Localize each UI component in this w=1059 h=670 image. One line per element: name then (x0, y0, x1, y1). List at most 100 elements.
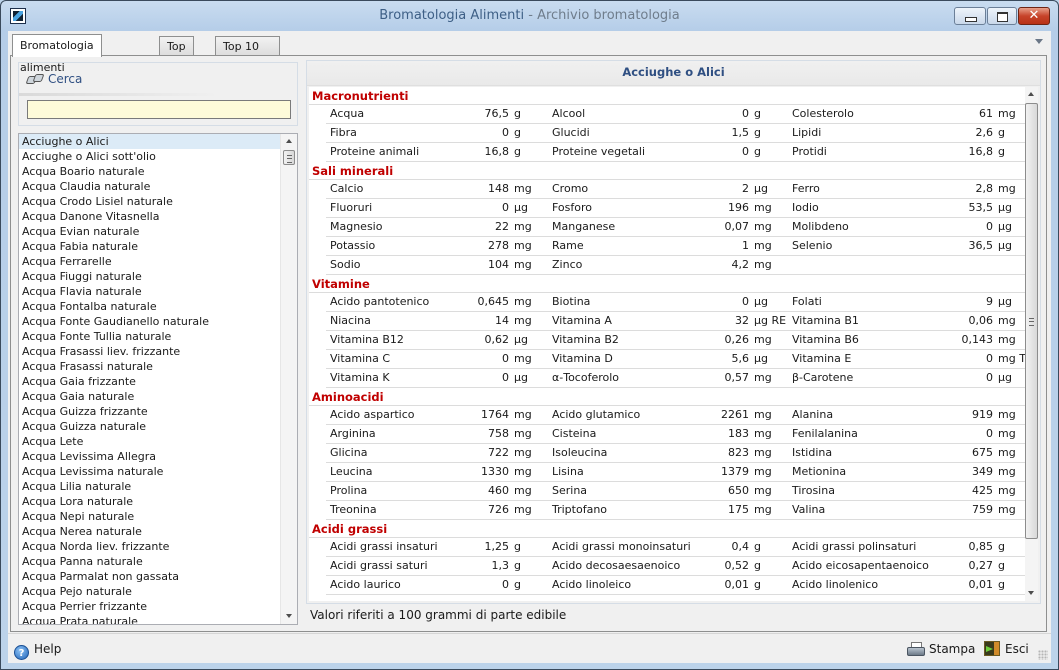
food-list-item[interactable]: Acqua Frasassi naturale (19, 359, 280, 374)
food-list-item[interactable]: Acqua Fontalba naturale (19, 299, 280, 314)
food-list-item[interactable]: Acqua Levissima naturale (19, 464, 280, 479)
nutrient-name: Acido pantotenico (330, 295, 430, 308)
nutrient-amount: 0 µg (456, 369, 546, 387)
nutrient-amount: 460 mg (456, 482, 546, 500)
nutrient-value: 823 (728, 446, 749, 459)
food-list-item[interactable]: Acqua Parmalat non gassata (19, 569, 280, 584)
nutrient-amount: 349 mg (940, 463, 1030, 481)
nutrient-amount: 53,5 µg (940, 199, 1030, 217)
food-list-item[interactable]: Acqua Crodo Lisiel naturale (19, 194, 280, 209)
food-list-item[interactable]: Acqua Gaia naturale (19, 389, 280, 404)
nutrient-amount: 0 µg (456, 199, 546, 217)
food-list-item[interactable]: Acqua Levissima Allegra (19, 449, 280, 464)
nutrient-unit: mg (514, 465, 532, 478)
food-title: Acciughe o Alici (307, 61, 1040, 86)
window-title: Bromatologia Alimenti - Archivio bromato… (1, 8, 1058, 23)
food-list-item[interactable]: Acciughe o Alici (19, 134, 280, 149)
food-list-item[interactable]: Acqua Gaia frizzante (19, 374, 280, 389)
nutrient-unit: mg (998, 484, 1016, 497)
nutrient-value: 9 (986, 295, 993, 308)
food-list-item[interactable]: Acqua Lete (19, 434, 280, 449)
food-list-item[interactable]: Acqua Fiuggi naturale (19, 269, 280, 284)
food-list-item[interactable]: Acqua Nerea naturale (19, 524, 280, 539)
nutrient-name: Acqua (330, 107, 365, 120)
nutrient-unit: g (514, 540, 521, 553)
app-window: Bromatologia Alimenti - Archivio bromato… (0, 0, 1059, 670)
food-list-item[interactable]: Acqua Claudia naturale (19, 179, 280, 194)
exit-button[interactable]: Esci (984, 641, 1029, 657)
food-list-item[interactable]: Acqua Prata naturale (19, 614, 280, 624)
tab-bromatologia-alimenti[interactable]: Bromatologia alimenti (12, 34, 102, 74)
food-list-item[interactable]: Acqua Flavia naturale (19, 284, 280, 299)
nutrient-value: 0 (502, 371, 509, 384)
title-bar[interactable]: Bromatologia Alimenti - Archivio bromato… (1, 1, 1058, 31)
nutrient-row: Acqua 76,5 g Alcool 0 g Colesterolo 61 mg (326, 105, 1025, 124)
food-list-item[interactable]: Acqua Norda liev. frizzante (19, 539, 280, 554)
help-icon: ? (14, 645, 29, 660)
nutrient-value: 0 (986, 352, 993, 365)
nutrient-unit: mg (514, 352, 532, 365)
minimize-button[interactable] (954, 7, 986, 25)
search-input[interactable] (27, 100, 291, 119)
nutrient-value: 22 (495, 220, 509, 233)
food-list-item[interactable]: Acqua Panna naturale (19, 554, 280, 569)
nutrient-name: Fibra (330, 126, 357, 139)
help-button[interactable]: ? Help (14, 641, 61, 660)
scroll-down-icon[interactable] (286, 614, 292, 618)
food-list-item[interactable]: Acqua Guizza naturale (19, 419, 280, 434)
food-list-scrollbar[interactable] (280, 134, 297, 624)
print-button[interactable]: Stampa (907, 641, 975, 657)
food-list-item[interactable]: Acqua Frasassi liev. frizzante (19, 344, 280, 359)
food-list-item[interactable]: Acqua Evian naturale (19, 224, 280, 239)
food-list-item[interactable]: Acqua Danone Vitasnella (19, 209, 280, 224)
nutrient-unit: mg (754, 503, 772, 516)
restore-button[interactable] (987, 7, 1017, 25)
food-list[interactable]: Acciughe o Alici Acciughe o Alici sott'ol… (18, 133, 298, 625)
nutrient-name: Protidi (792, 145, 827, 158)
nutrient-unit: mg (514, 314, 532, 327)
nutrient-unit: mg (998, 427, 1016, 440)
food-list-item[interactable]: Acqua Pejo naturale (19, 584, 280, 599)
close-button[interactable]: ✕ (1018, 7, 1050, 25)
status-bar: ? Help Stampa Esci (8, 633, 1051, 663)
nutrient-name: Glicina (330, 446, 368, 459)
resize-grip[interactable] (1038, 650, 1048, 660)
food-list-item[interactable]: Acqua Boario naturale (19, 164, 280, 179)
food-list-item[interactable]: Acqua Fabia naturale (19, 239, 280, 254)
nutrient-name: Acido glutamico (552, 408, 641, 421)
nutrient-unit: g (754, 540, 761, 553)
food-list-item[interactable]: Acqua Perrier frizzante (19, 599, 280, 614)
food-list-item[interactable]: Acqua Guizza frizzante (19, 404, 280, 419)
tab-list-dropdown-icon[interactable] (1035, 39, 1043, 44)
nutrient-value: 1,5 (731, 126, 750, 139)
scroll-up-icon[interactable] (286, 139, 292, 143)
nutrient-name: Biotina (552, 295, 591, 308)
food-list-item[interactable]: Acqua Nepi naturale (19, 509, 280, 524)
food-list-item[interactable]: Acqua Lilia naturale (19, 479, 280, 494)
nutrient-value: 425 (972, 484, 993, 497)
nutrient-amount: 1379 mg (696, 463, 786, 481)
nutrient-value: 1 (742, 239, 749, 252)
tab-top-10[interactable]: Top 10 (159, 36, 194, 72)
close-icon: ✕ (1028, 8, 1040, 23)
nutrient-name: Vitamina B2 (552, 333, 619, 346)
nutrient-amount: 5,6 µg (696, 350, 786, 368)
scroll-up-icon[interactable] (1028, 92, 1034, 96)
food-list-item[interactable]: Acqua Fonte Tullia naturale (19, 329, 280, 344)
food-list-item[interactable]: Acqua Fonte Gaudianello naturale (19, 314, 280, 329)
scroll-down-icon[interactable] (1028, 591, 1034, 595)
nutrient-unit: mg (998, 446, 1016, 459)
food-list-item[interactable]: Acqua Ferrarelle (19, 254, 280, 269)
scroll-thumb[interactable] (1025, 103, 1038, 539)
nutrient-amount: 919 mg (940, 406, 1030, 424)
tab-page: Cerca Acciughe o Alici Acciughe o Alici s… (10, 55, 1047, 632)
nutrient-name: Fosforo (552, 201, 593, 214)
food-list-item[interactable]: Acciughe o Alici sott'olio (19, 149, 280, 164)
nutrient-scrollbar[interactable] (1025, 87, 1038, 601)
nutrient-unit: mg (754, 333, 772, 346)
scroll-thumb[interactable] (283, 150, 295, 165)
tab-top-10-correlata[interactable]: Top 10 correlata (215, 36, 280, 72)
nutrient-amount: 650 mg (696, 482, 786, 500)
nutrient-unit: g (514, 107, 521, 120)
food-list-item[interactable]: Acqua Lora naturale (19, 494, 280, 509)
